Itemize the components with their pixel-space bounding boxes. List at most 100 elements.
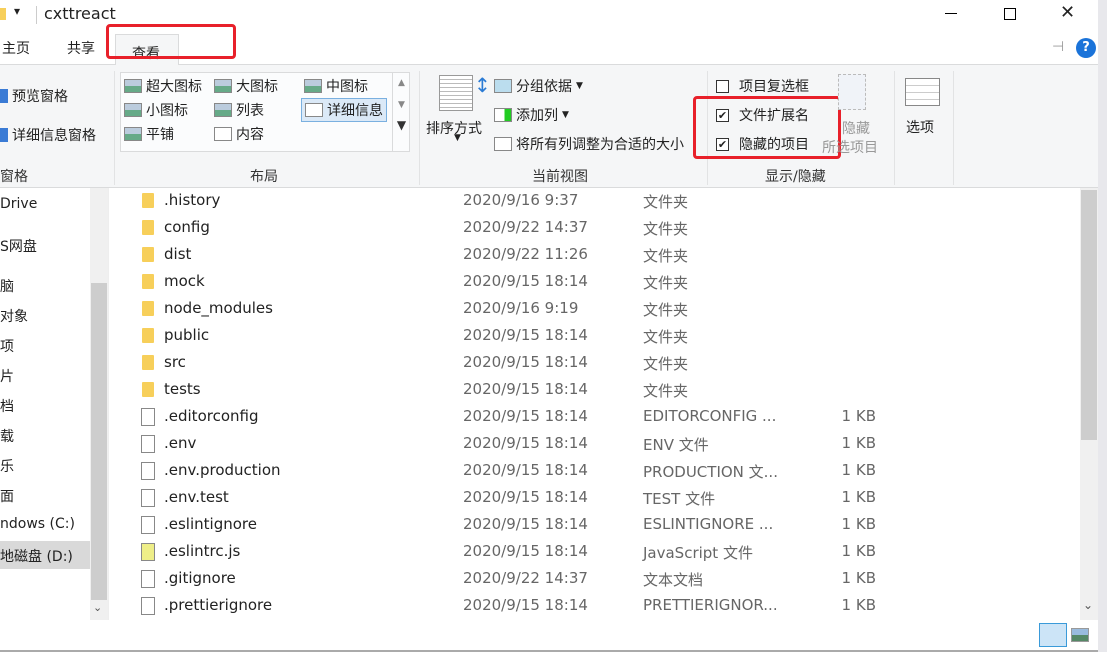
options-icon: [905, 78, 940, 106]
options-button[interactable]: 选项: [906, 117, 934, 137]
file-date: 2020/9/22 14:37: [463, 218, 588, 236]
file-date: 2020/9/22 14:37: [463, 569, 588, 587]
layout-tiles[interactable]: 平铺: [124, 124, 174, 144]
fit-columns-button[interactable]: 将所有列调整为合适的大小: [494, 134, 684, 154]
nav-item[interactable]: 地磁盘 (D:): [0, 541, 90, 569]
file-list-scrollbar[interactable]: ⌄: [1080, 188, 1098, 620]
gallery-scroll[interactable]: ▲ ▼ ▼: [392, 72, 410, 152]
file-row[interactable]: .eslintrc.js 2020/9/15 18:14 JavaScript …: [139, 539, 979, 565]
layout-details[interactable]: 详细信息: [301, 98, 387, 122]
file-row[interactable]: .history 2020/9/16 9:37 文件夹: [139, 188, 979, 214]
small-icons-icon: [124, 103, 142, 117]
file-row[interactable]: mock 2020/9/15 18:14 文件夹: [139, 269, 979, 295]
file-size: 1 KB: [841, 596, 876, 614]
file-size: 1 KB: [841, 515, 876, 533]
nav-item[interactable]: 载: [0, 426, 14, 446]
file-name: dist: [164, 245, 192, 263]
nav-item[interactable]: 对象: [0, 306, 28, 326]
nav-scrollbar[interactable]: ⌄: [90, 188, 108, 620]
file-row[interactable]: node_modules 2020/9/16 9:19 文件夹: [139, 296, 979, 322]
file-row[interactable]: src 2020/9/15 18:14 文件夹: [139, 350, 979, 376]
hide-selected-button[interactable]: 隐藏: [842, 118, 870, 138]
file-name: .env.test: [164, 488, 229, 506]
folder-icon: [142, 193, 154, 208]
large-icons-view-button[interactable]: [1071, 628, 1089, 642]
medium-icons-icon: [304, 79, 322, 93]
pin-icon[interactable]: ⊣: [1052, 39, 1064, 55]
item-checkboxes-toggle[interactable]: 项目复选框: [716, 76, 809, 96]
file-size: 1 KB: [841, 488, 876, 506]
file-row[interactable]: config 2020/9/22 14:37 文件夹: [139, 215, 979, 241]
large-icons-icon: [214, 79, 232, 93]
navigation-pane: Drive S网盘脑对象项片档载乐面 ndows (C:) 地磁盘 (D:): [0, 188, 90, 620]
help-icon[interactable]: ?: [1076, 38, 1096, 58]
list-icon: [214, 103, 232, 117]
file-row[interactable]: .eslintignore 2020/9/15 18:14 ESLINTIGNO…: [139, 512, 979, 538]
folder-icon: [142, 328, 154, 343]
nav-item[interactable]: ndows (C:): [0, 516, 75, 532]
layout-medium-icons[interactable]: 中图标: [304, 76, 368, 96]
file-row[interactable]: .gitignore 2020/9/22 14:37 文本文档 1 KB: [139, 566, 979, 592]
nav-item[interactable]: Drive: [0, 196, 37, 212]
layout-small-icons[interactable]: 小图标: [124, 100, 188, 120]
nav-item[interactable]: 片: [0, 366, 14, 386]
file-type: ENV 文件: [643, 436, 709, 454]
file-type: 文件夹: [643, 328, 689, 346]
close-button[interactable]: ✕: [1060, 2, 1075, 23]
details-icon: [305, 103, 323, 117]
quick-access-dropdown-icon[interactable]: ▾: [14, 4, 20, 18]
file-list-scrollbar-thumb[interactable]: [1081, 190, 1097, 440]
folder-icon: [142, 301, 154, 316]
tab-share[interactable]: 共享: [67, 38, 95, 58]
chevron-down-icon[interactable]: ⌄: [93, 601, 102, 614]
file-date: 2020/9/15 18:14: [463, 461, 588, 479]
file-row[interactable]: .editorconfig 2020/9/15 18:14 EDITORCONF…: [139, 404, 979, 430]
details-pane-icon: [0, 128, 8, 142]
maximize-button[interactable]: [1004, 8, 1016, 20]
preview-pane-button[interactable]: 预览窗格: [0, 86, 68, 106]
file-size: 1 KB: [841, 434, 876, 452]
file-row[interactable]: .env.test 2020/9/15 18:14 TEST 文件 1 KB: [139, 485, 979, 511]
file-size: 1 KB: [841, 569, 876, 587]
file-row[interactable]: public 2020/9/15 18:14 文件夹: [139, 323, 979, 349]
group-by-button[interactable]: 分组依据 ▼: [494, 76, 583, 96]
nav-item[interactable]: 档: [0, 396, 14, 416]
file-row[interactable]: dist 2020/9/22 11:26 文件夹: [139, 242, 979, 268]
layout-list[interactable]: 列表: [214, 100, 264, 120]
minimize-button[interactable]: [945, 13, 957, 14]
nav-item[interactable]: 面: [0, 486, 14, 506]
chevron-down-icon[interactable]: ⌄: [1083, 598, 1093, 612]
fit-columns-icon: [494, 137, 512, 151]
file-row[interactable]: tests 2020/9/15 18:14 文件夹: [139, 377, 979, 403]
add-column-button[interactable]: 添加列 ▼: [494, 105, 569, 125]
sort-dropdown-icon[interactable]: ▼: [454, 133, 461, 143]
file-row[interactable]: .env.production 2020/9/15 18:14 PRODUCTI…: [139, 458, 979, 484]
file-row[interactable]: .env 2020/9/15 18:14 ENV 文件 1 KB: [139, 431, 979, 457]
nav-item[interactable]: S网盘: [0, 236, 37, 256]
layout-extra-large-icons[interactable]: 超大图标: [124, 76, 202, 96]
file-name: .gitignore: [164, 569, 236, 587]
file-icon: [141, 435, 155, 453]
file-size: 1 KB: [841, 461, 876, 479]
details-view-button[interactable]: [1039, 623, 1067, 647]
file-name: .prettierignore: [164, 596, 273, 614]
group-label-show-hide: 显示/隐藏: [765, 169, 826, 185]
file-name: tests: [164, 380, 201, 398]
window-title: cxttreact: [44, 4, 116, 23]
hide-selected-label: 所选项目: [822, 140, 878, 156]
checkbox-unchecked[interactable]: [716, 79, 729, 93]
file-row[interactable]: .prettierignore 2020/9/15 18:14 PRETTIER…: [139, 593, 979, 619]
layout-large-icons[interactable]: 大图标: [214, 76, 278, 96]
nav-item[interactable]: 脑: [0, 276, 14, 296]
group-by-icon: [494, 79, 512, 93]
details-pane-button[interactable]: 详细信息窗格: [0, 125, 96, 145]
nav-item[interactable]: 乐: [0, 456, 14, 476]
folder-icon: [0, 8, 6, 20]
nav-item[interactable]: 项: [0, 336, 14, 356]
file-icon: [141, 516, 155, 534]
file-date: 2020/9/16 9:37: [463, 191, 579, 209]
nav-scrollbar-thumb[interactable]: [91, 283, 107, 600]
file-date: 2020/9/15 18:14: [463, 353, 588, 371]
tab-home[interactable]: 主页: [2, 38, 30, 58]
layout-content[interactable]: 内容: [214, 124, 264, 144]
